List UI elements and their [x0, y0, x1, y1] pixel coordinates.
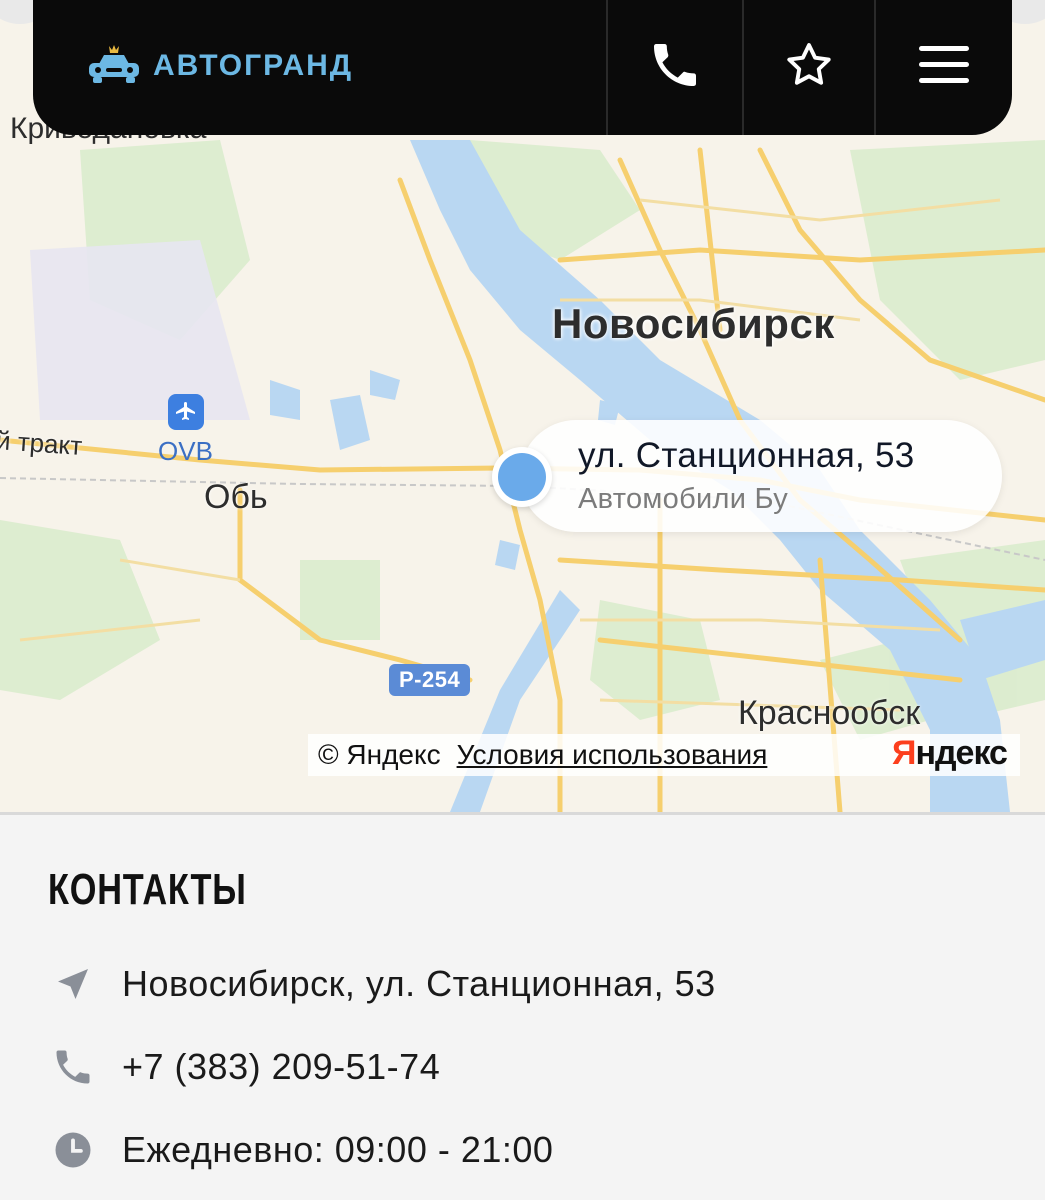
map-copyright: © Яндекс	[318, 739, 441, 770]
map-terms-link[interactable]: Условия использования	[457, 739, 768, 771]
map-label-road: й тракт	[0, 425, 84, 461]
contact-address-text: Новосибирск, ул. Станционная, 53	[122, 963, 716, 1004]
yandex-logo-rest: ндекс	[915, 734, 1008, 772]
site-logo[interactable]: АВТОГРАНД	[85, 38, 353, 94]
clock-icon	[48, 1125, 98, 1175]
menu-button[interactable]	[874, 0, 1012, 135]
map-marker-pin[interactable]	[492, 447, 552, 507]
site-header: АВТОГРАНД	[33, 0, 1012, 135]
yandex-logo-first: Я	[892, 734, 916, 772]
map-label-novosibirsk: Новосибирск	[552, 300, 835, 347]
airport-icon	[168, 394, 204, 430]
map-label-airport: OVB	[158, 436, 213, 466]
logo-text: АВТОГРАНД	[153, 49, 354, 82]
contacts-title: КОНТАКТЫ	[48, 865, 247, 914]
phone-icon	[48, 1042, 98, 1092]
road-badge-r254: Р-254	[389, 664, 471, 696]
map-label-ob: Обь	[204, 478, 268, 516]
map-marker-subtitle: Автомобили Бу	[578, 483, 789, 515]
contact-hours: Ежедневно: 09:00 - 21:00	[48, 1125, 553, 1175]
phone-icon	[647, 37, 703, 98]
contact-phone-text[interactable]: +7 (383) 209-51-74	[122, 1046, 440, 1088]
menu-icon	[917, 43, 971, 92]
yandex-logo[interactable]: Яндекс	[892, 734, 1008, 773]
contacts-section: КОНТАКТЫ Новосибирск, ул. Станционная, 5…	[0, 812, 1045, 1200]
star-icon	[783, 39, 835, 96]
contact-phone[interactable]: +7 (383) 209-51-74	[48, 1042, 440, 1092]
contact-address: Новосибирск, ул. Станционная, 53	[48, 959, 716, 1009]
call-button[interactable]	[606, 0, 742, 135]
map-marker-title: ул. Станционная, 53	[578, 436, 915, 475]
contact-hours-text: Ежедневно: 09:00 - 21:00	[122, 1129, 554, 1170]
car-logo-icon	[85, 42, 143, 91]
map-label-krasnoobsk: Краснообск	[738, 694, 921, 732]
location-arrow-icon	[48, 959, 98, 1009]
favorites-button[interactable]	[742, 0, 874, 135]
